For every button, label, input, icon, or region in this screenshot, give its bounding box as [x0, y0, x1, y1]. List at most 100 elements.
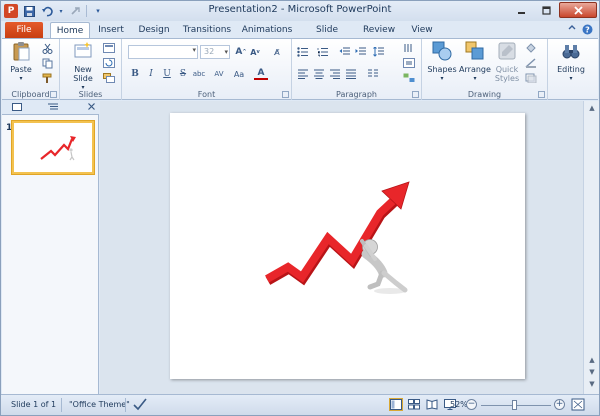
tab-file[interactable]: File — [5, 22, 43, 39]
slide-sorter-view-icon[interactable] — [407, 398, 421, 411]
change-case-icon[interactable]: Aa — [232, 68, 246, 80]
minimize-icon[interactable] — [509, 2, 533, 18]
tab-transitions[interactable]: Transitions — [181, 22, 233, 39]
format-painter-icon[interactable] — [40, 72, 54, 84]
tab-animations[interactable]: Animations — [241, 22, 293, 39]
decrease-indent-icon[interactable] — [338, 46, 352, 58]
zoom-out-icon[interactable]: − — [466, 399, 477, 410]
character-spacing-icon[interactable]: AV — [212, 68, 226, 80]
arrange-button[interactable]: Arrange ▾ — [458, 41, 492, 83]
align-right-icon[interactable] — [328, 68, 342, 80]
align-text-icon[interactable] — [402, 57, 416, 69]
underline-icon[interactable]: U — [160, 68, 174, 80]
quick-styles-label-2: Styles — [494, 74, 520, 83]
new-slide-button[interactable]: New Slide ▾ — [68, 41, 98, 92]
copy-icon[interactable] — [40, 57, 54, 69]
tab-design[interactable]: Design — [135, 22, 173, 39]
help-icon[interactable]: ? — [582, 24, 593, 38]
clear-formatting-icon[interactable]: A̸ — [270, 46, 284, 58]
font-size-dropdown-icon[interactable]: ▾ — [224, 46, 228, 58]
convert-smartart-icon[interactable] — [402, 72, 416, 84]
rising-arrow-clipart[interactable] — [170, 113, 525, 379]
previous-slide-icon[interactable]: ▲ — [587, 356, 597, 366]
close-window-icon[interactable] — [559, 2, 597, 18]
editing-button[interactable]: Editing ▾ — [552, 41, 590, 83]
vertical-scrollbar[interactable]: ▲ ▲ ▼ ▼ — [583, 101, 599, 394]
scroll-up-icon[interactable]: ▲ — [587, 104, 597, 114]
layout-icon[interactable] — [102, 42, 116, 54]
shrink-font-icon[interactable]: Av — [248, 46, 262, 58]
line-spacing-icon[interactable] — [372, 46, 386, 58]
font-launcher-icon[interactable] — [282, 91, 289, 98]
svg-text:?: ? — [585, 25, 590, 34]
paragraph-launcher-icon[interactable] — [412, 91, 419, 98]
shapes-button[interactable]: Shapes ▾ — [426, 41, 458, 83]
fit-to-window-icon[interactable] — [571, 398, 585, 413]
normal-view-icon[interactable] — [389, 398, 403, 411]
shape-outline-icon[interactable] — [524, 57, 538, 69]
paste-button[interactable]: Paste ▾ — [8, 41, 34, 83]
bullets-icon[interactable] — [296, 46, 310, 58]
zoom-slider-thumb[interactable] — [512, 400, 517, 410]
theme-name-status: "Office Theme" — [69, 400, 130, 409]
text-direction-icon[interactable] — [402, 42, 416, 54]
status-bar: Slide 1 of 1 "Office Theme" 52% − + — [1, 394, 599, 415]
italic-icon[interactable]: I — [144, 68, 158, 80]
align-left-icon[interactable] — [296, 68, 310, 80]
quick-styles-button[interactable]: Quick Styles — [492, 41, 522, 83]
group-slides: New Slide ▾ Slides — [60, 39, 122, 100]
editing-label: Editing — [557, 65, 585, 74]
tab-view[interactable]: View — [407, 22, 437, 39]
next-slide-icon[interactable]: ▼ — [587, 368, 597, 378]
new-slide-label-1: New — [74, 65, 92, 74]
shape-fill-icon[interactable] — [524, 42, 538, 54]
tab-slide-show[interactable]: Slide Show — [303, 22, 351, 51]
reading-view-icon[interactable] — [425, 398, 439, 411]
text-shadow-icon[interactable]: abc — [192, 68, 206, 80]
font-size-combo[interactable]: 32 ▾ — [200, 45, 230, 59]
thumbnail-arrow-graphic — [40, 136, 76, 161]
strikethrough-icon[interactable]: S — [176, 68, 190, 80]
tab-home[interactable]: Home — [50, 22, 90, 39]
font-name-combo[interactable]: ▾ — [128, 45, 198, 59]
close-pane-icon[interactable] — [84, 103, 98, 113]
clipboard-launcher-icon[interactable] — [50, 91, 57, 98]
reset-slide-icon[interactable] — [102, 57, 116, 69]
tab-review[interactable]: Review — [361, 22, 397, 39]
section-icon[interactable] — [102, 72, 116, 84]
slide-canvas[interactable] — [170, 113, 525, 379]
outline-tab-icon[interactable] — [46, 103, 60, 113]
zoom-in-icon[interactable]: + — [554, 399, 565, 410]
paste-dropdown-icon[interactable]: ▾ — [8, 74, 34, 83]
drawing-launcher-icon[interactable] — [538, 91, 545, 98]
slide-thumbnail[interactable] — [12, 121, 94, 174]
slides-tab-icon[interactable] — [10, 103, 24, 113]
quick-styles-icon — [498, 42, 516, 60]
scroll-down-icon[interactable]: ▼ — [587, 380, 597, 390]
slides-group-label: Slides — [78, 90, 103, 99]
group-font: ▾ 32 ▾ A ^ Av A̸ B I U S abc AV Aa A Font — [122, 39, 292, 100]
shape-effects-icon[interactable] — [524, 72, 538, 84]
slide-editing-area — [100, 101, 583, 394]
bold-icon[interactable]: B — [128, 68, 142, 80]
font-name-dropdown-icon[interactable]: ▾ — [192, 46, 196, 54]
numbering-icon[interactable] — [316, 46, 330, 58]
minimize-ribbon-icon[interactable] — [568, 24, 576, 38]
maximize-icon[interactable] — [534, 2, 558, 18]
cut-icon[interactable] — [40, 42, 54, 54]
ribbon: Paste ▾ Clipboard New Slide ▾ Slides ▾ 3… — [2, 38, 598, 100]
spell-check-icon[interactable] — [133, 398, 147, 413]
arrange-dropdown-icon[interactable]: ▾ — [458, 74, 492, 83]
grow-font-icon[interactable]: A ^ — [234, 46, 248, 58]
font-color-icon[interactable]: A — [254, 68, 268, 80]
tab-insert[interactable]: Insert — [93, 22, 129, 39]
editing-dropdown-icon[interactable]: ▾ — [552, 74, 590, 83]
shapes-dropdown-icon[interactable]: ▾ — [426, 74, 458, 83]
ribbon-tab-row: File Home Insert Design Transitions Anim… — [1, 21, 599, 51]
align-center-icon[interactable] — [312, 68, 326, 80]
thumbnail-pane-tabs — [2, 101, 99, 115]
font-size-value: 32 — [204, 47, 215, 56]
increase-indent-icon[interactable] — [354, 46, 368, 58]
justify-icon[interactable] — [344, 68, 358, 80]
columns-icon[interactable] — [366, 68, 380, 80]
